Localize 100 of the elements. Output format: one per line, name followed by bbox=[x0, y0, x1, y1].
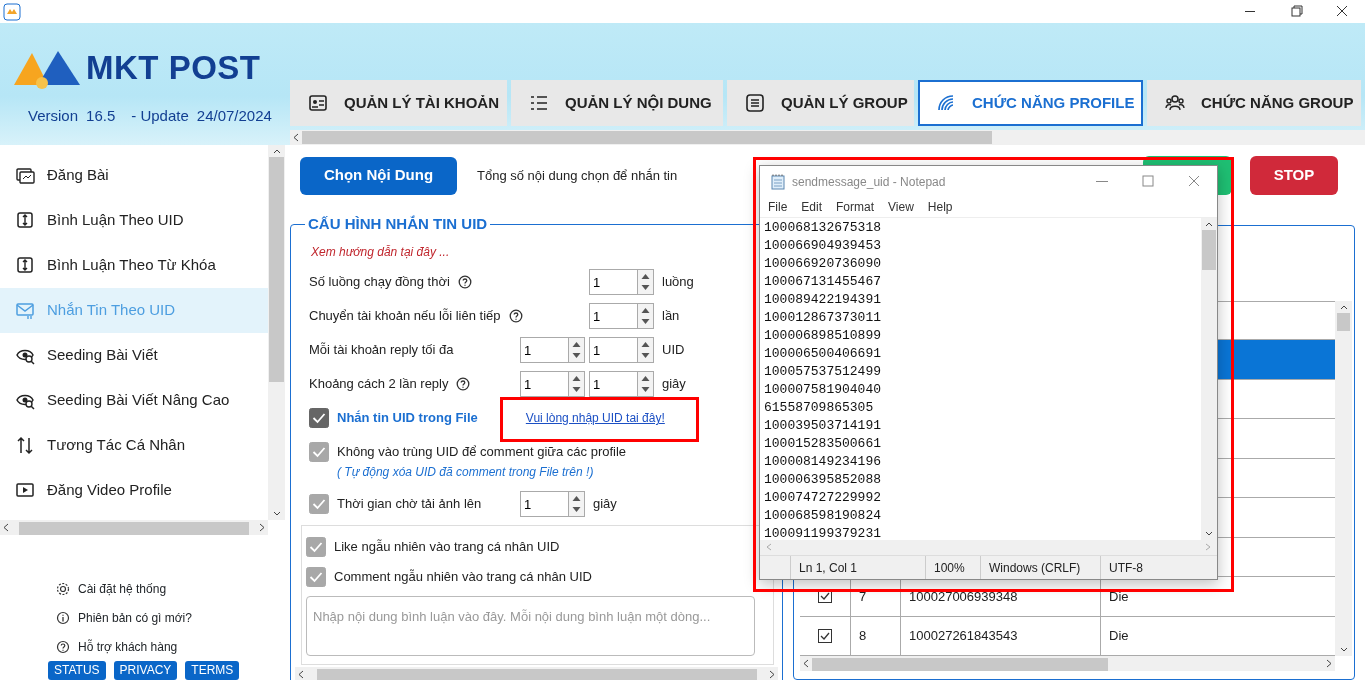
text-line: 100008149234196 bbox=[764, 452, 883, 471]
people-icon bbox=[1165, 93, 1185, 113]
vertical-scrollbar[interactable] bbox=[268, 145, 285, 520]
scroll-thumb[interactable] bbox=[1337, 313, 1350, 331]
content-summary: Tổng số nội dung chọn để nhắn tin bbox=[476, 166, 678, 185]
option-label: Comment ngẫu nhiên vào trang cá nhân UID bbox=[334, 568, 592, 587]
app-icon bbox=[3, 2, 21, 21]
help-icon[interactable] bbox=[508, 309, 523, 323]
tab[interactable]: QUẢN LÝ GROUP bbox=[727, 80, 914, 126]
sidebar-link[interactable]: Cài đặt hệ thống bbox=[78, 579, 167, 598]
unit-label: lần bbox=[662, 307, 680, 326]
option-label: Nhắn tin UID trong File bbox=[337, 409, 478, 428]
unit-label: giây bbox=[593, 495, 617, 514]
sort-icon bbox=[16, 211, 35, 230]
sidebar-item[interactable]: Tương Tác Cá Nhân bbox=[0, 423, 268, 468]
row-number: 7 bbox=[859, 587, 867, 606]
help-icon[interactable] bbox=[457, 275, 472, 289]
tab[interactable]: CHỨC NĂNG PROFILE bbox=[918, 80, 1143, 126]
sidebar-item[interactable]: Seeding Bài Viết bbox=[0, 333, 268, 378]
sidebar-link[interactable]: Phiên bản có gì mới? bbox=[78, 608, 192, 627]
image-post-icon bbox=[16, 166, 35, 185]
footer-button[interactable]: TERMS bbox=[185, 661, 240, 680]
number-input[interactable]: 1 bbox=[589, 269, 637, 295]
unit-label: giây bbox=[662, 375, 686, 394]
scroll-thumb[interactable] bbox=[812, 657, 1108, 671]
vertical-scrollbar[interactable] bbox=[1335, 301, 1352, 656]
sidebar-item[interactable]: Đăng Video Profile bbox=[0, 468, 268, 513]
vertical-scrollbar[interactable] bbox=[1201, 217, 1217, 540]
menu-item[interactable]: Format bbox=[836, 197, 875, 216]
horizontal-scrollbar[interactable] bbox=[800, 656, 1335, 671]
video-icon bbox=[16, 481, 35, 500]
tab[interactable]: CHỨC NĂNG GROUP bbox=[1147, 80, 1361, 126]
document-icon bbox=[745, 93, 765, 113]
spin-arrows-icon[interactable] bbox=[637, 303, 654, 329]
scroll-thumb[interactable] bbox=[269, 157, 284, 382]
sidebar-link[interactable]: Hỗ trợ khách hàng bbox=[78, 637, 178, 656]
scroll-thumb[interactable] bbox=[19, 521, 249, 535]
uid-cell-text: 100027006939348 bbox=[909, 587, 1018, 606]
brand-name: MKT POST bbox=[86, 50, 261, 84]
number-input[interactable]: 1 bbox=[520, 371, 568, 397]
window-title: sendmessage_uid - Notepad bbox=[792, 173, 946, 191]
number-input[interactable]: 1 bbox=[589, 303, 637, 329]
option-label: Không vào trùng UID để comment giữa các profile bbox=[337, 443, 627, 462]
text-line: 100007581904040 bbox=[764, 380, 883, 399]
spin-arrows-icon[interactable] bbox=[637, 269, 654, 295]
spin-arrows-icon[interactable] bbox=[568, 371, 585, 397]
footer-button[interactable]: STATUS bbox=[48, 661, 106, 680]
horizontal-scrollbar[interactable] bbox=[295, 667, 778, 680]
number-input[interactable]: 1 bbox=[520, 337, 568, 363]
footer-button[interactable]: PRIVACY bbox=[113, 661, 178, 680]
checkbox[interactable] bbox=[818, 628, 832, 643]
line-ending: Windows (CRLF) bbox=[980, 556, 1100, 579]
setting-label: Số luồng chạy đồng thời bbox=[309, 273, 450, 292]
id-card-icon bbox=[308, 93, 328, 113]
spin-arrows-icon[interactable] bbox=[637, 337, 654, 363]
menu-item[interactable]: File bbox=[768, 197, 788, 216]
help-icon[interactable] bbox=[456, 377, 471, 391]
text-line: 100089422194391 bbox=[764, 290, 883, 309]
tab[interactable]: QUẢN LÝ TÀI KHOẢN bbox=[290, 80, 507, 126]
sidebar-item[interactable]: Bình Luận Theo UID bbox=[0, 198, 268, 243]
text-line: 100068598190824 bbox=[764, 506, 883, 525]
sidebar-item[interactable]: Seeding Bài Viết Nâng Cao bbox=[0, 378, 268, 423]
option-label: Thời gian chờ tải ảnh lên bbox=[337, 495, 482, 514]
sidebar-item[interactable]: Bình Luận Theo Từ Khóa bbox=[0, 243, 268, 288]
text-line: 100067131455467 bbox=[764, 272, 883, 291]
version-number: 16.5 bbox=[86, 106, 116, 126]
notepad-icon bbox=[770, 173, 786, 190]
table-row[interactable]: 8 100027261843543 Die bbox=[800, 616, 1335, 656]
help-icon bbox=[56, 639, 70, 654]
number-input[interactable]: 1 bbox=[589, 337, 637, 363]
number-input[interactable]: 1 bbox=[589, 371, 637, 397]
info-icon bbox=[56, 610, 70, 625]
checkbox[interactable] bbox=[309, 408, 329, 428]
stop-button[interactable]: STOP bbox=[1250, 156, 1338, 195]
text-line: 100066920736090 bbox=[764, 254, 883, 273]
gear-icon bbox=[56, 581, 70, 596]
text-line: 100006898510899 bbox=[764, 326, 883, 345]
enter-uid-link[interactable]: Vui lòng nhập UID tai đây! bbox=[525, 409, 665, 427]
menu-item[interactable]: View bbox=[888, 197, 914, 216]
horizontal-scrollbar[interactable] bbox=[0, 520, 268, 535]
unit-label: luồng bbox=[662, 273, 694, 292]
tab[interactable]: QUẢN LÝ NỘI DUNG bbox=[511, 80, 723, 126]
choose-content-button[interactable]: Chọn Nội Dung bbox=[300, 156, 457, 195]
spin-arrows-icon[interactable] bbox=[568, 337, 585, 363]
scroll-thumb[interactable] bbox=[1202, 229, 1216, 270]
horizontal-scrollbar[interactable] bbox=[290, 130, 1365, 145]
text-line: 100015283500661 bbox=[764, 434, 883, 453]
scroll-thumb[interactable] bbox=[316, 668, 757, 680]
text-line: 100006500406691 bbox=[764, 344, 883, 363]
section-title: CẤU HÌNH NHẮN TIN UID bbox=[307, 215, 489, 233]
arrows-icon bbox=[16, 436, 35, 455]
menu-item[interactable]: Help bbox=[927, 197, 953, 216]
text-line: 100006395852088 bbox=[764, 470, 883, 489]
menu-item[interactable]: Edit bbox=[801, 197, 823, 216]
spin-arrows-icon[interactable] bbox=[637, 371, 654, 397]
guide-link[interactable]: Xem hướng dẫn tại đây ... bbox=[311, 243, 450, 261]
spin-arrows-icon[interactable] bbox=[568, 491, 585, 517]
scroll-thumb[interactable] bbox=[302, 131, 992, 144]
sidebar-item[interactable]: Đăng Bài bbox=[0, 153, 268, 198]
text-line: 100091199379231 bbox=[764, 524, 883, 540]
